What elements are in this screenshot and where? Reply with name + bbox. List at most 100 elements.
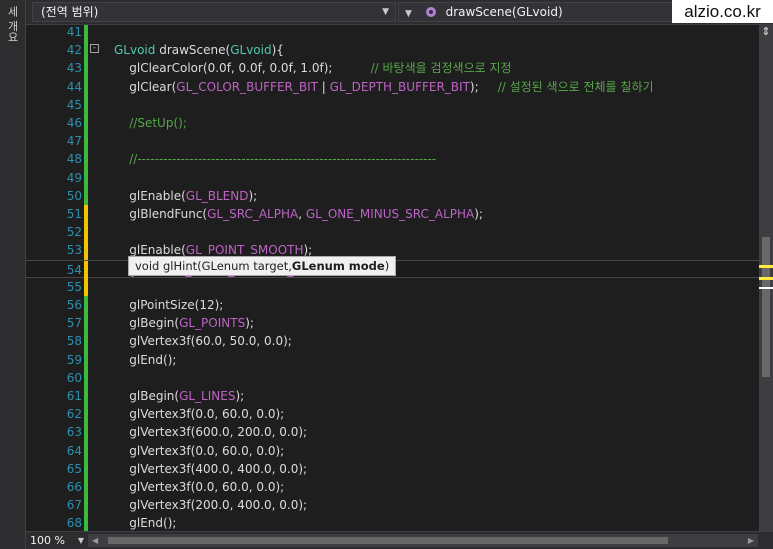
change-indicator xyxy=(84,277,88,296)
scope-dropdown[interactable]: (전역 범위) ▼ xyxy=(32,2,396,22)
line-number: 57 xyxy=(66,316,82,331)
code-line[interactable]: 60 xyxy=(26,368,759,387)
code-token: ); xyxy=(469,79,498,94)
side-panel-strip[interactable]: 세 개요 xyxy=(0,0,26,549)
code-line[interactable]: 49 xyxy=(26,168,759,187)
code-line[interactable]: 48 //-----------------------------------… xyxy=(26,150,759,169)
code-token: // 설정된 색으로 전체를 칠하기 xyxy=(497,79,654,94)
code-token: GL_ONE_MINUS_SRC_ALPHA xyxy=(305,207,475,221)
code-line[interactable]: 63 glVertex3f(600.0, 200.0, 0.0); xyxy=(26,423,759,442)
code-token: GL_DEPTH_BUFFER_BIT xyxy=(329,79,470,94)
code-text[interactable]: glVertex3f(200.0, 400.0, 0.0); xyxy=(114,496,307,514)
change-indicator xyxy=(84,441,88,460)
code-line[interactable]: 52 xyxy=(26,223,759,242)
side-panel-label[interactable]: 세 개요 xyxy=(4,6,20,43)
code-text[interactable]: glVertex3f(0.0, 60.0, 0.0); xyxy=(114,405,284,423)
member-dropdown[interactable]: ▼ drawScene(GLvoid) xyxy=(398,2,698,22)
horizontal-scrollbar[interactable]: ◀ ▶ xyxy=(88,534,758,547)
code-text[interactable]: glVertex3f(600.0, 200.0, 0.0); xyxy=(114,423,307,441)
change-indicator xyxy=(84,59,88,78)
code-line[interactable]: 51 glBlendFunc(GL_SRC_ALPHA, GL_ONE_MINU… xyxy=(26,205,759,224)
code-line[interactable]: 62 glVertex3f(0.0, 60.0, 0.0); xyxy=(26,405,759,424)
code-text[interactable]: glEnd(); xyxy=(114,351,176,369)
code-editor[interactable]: 41 42- GLvoid drawScene(GLvoid){43 glClear… xyxy=(26,25,759,531)
code-line[interactable]: 47 xyxy=(26,132,759,151)
line-number: 50 xyxy=(66,188,82,203)
change-indicator xyxy=(84,459,88,478)
code-line[interactable]: 46 //SetUp(); xyxy=(26,114,759,133)
split-window-icon[interactable]: ⇕ xyxy=(759,25,773,39)
code-line[interactable]: 65 glVertex3f(400.0, 400.0, 0.0); xyxy=(26,459,759,478)
collapse-toggle-icon[interactable]: - xyxy=(90,44,99,54)
code-line[interactable]: 50 glEnable(GL_BLEND); xyxy=(26,186,759,205)
zoom-dropdown[interactable]: 100 % ▼ xyxy=(30,533,86,548)
code-token: glVertex3f(600.0, 200.0, 0.0); xyxy=(114,425,308,440)
code-line[interactable]: 42- GLvoid drawScene(GLvoid){ xyxy=(26,41,759,60)
line-number: 42 xyxy=(66,43,82,58)
code-text[interactable]: GLvoid drawScene(GLvoid){ xyxy=(114,41,284,59)
parameter-info-tooltip: void glHint(GLenum target,GLenum mode) xyxy=(128,256,397,276)
code-text[interactable]: glBlendFunc(GL_SRC_ALPHA, GL_ONE_MINUS_S… xyxy=(114,205,483,223)
code-text[interactable]: glVertex3f(400.0, 400.0, 0.0); xyxy=(114,460,307,478)
line-number: 60 xyxy=(66,370,82,385)
code-token: glVertex3f(60.0, 50.0, 0.0); xyxy=(114,334,292,349)
change-indicator xyxy=(84,205,88,224)
code-text[interactable]: glEnd(); xyxy=(114,514,176,531)
code-text[interactable]: glVertex3f(0.0, 60.0, 0.0); xyxy=(114,442,284,460)
change-indicator xyxy=(84,368,88,387)
change-indicator xyxy=(84,387,88,406)
code-token: ){ xyxy=(271,43,284,58)
code-line[interactable]: 66 glVertex3f(0.0, 60.0, 0.0); xyxy=(26,478,759,497)
code-text[interactable]: //--------------------------------------… xyxy=(114,150,436,168)
code-text[interactable]: glClear(GL_COLOR_BUFFER_BIT | GL_DEPTH_B… xyxy=(114,78,654,96)
code-line[interactable]: 41 xyxy=(26,25,759,42)
code-text[interactable]: //SetUp(); xyxy=(114,114,187,132)
code-line[interactable]: 61 glBegin(GL_LINES); xyxy=(26,387,759,406)
code-line[interactable]: 44 glClear(GL_COLOR_BUFFER_BIT | GL_DEPT… xyxy=(26,77,759,96)
change-indicator xyxy=(84,423,88,442)
scroll-right-icon[interactable]: ▶ xyxy=(748,534,754,547)
code-line[interactable]: 67 glVertex3f(200.0, 400.0, 0.0); xyxy=(26,496,759,515)
line-number: 55 xyxy=(66,279,82,294)
change-indicator xyxy=(84,41,88,60)
code-text[interactable]: glEnable(GL_BLEND); xyxy=(114,187,257,205)
code-line[interactable]: 56 glPointSize(12); xyxy=(26,296,759,315)
code-token: , xyxy=(298,207,306,221)
tooltip-close: ) xyxy=(384,259,390,273)
change-marker xyxy=(759,265,773,268)
code-text[interactable]: glBegin(GL_LINES); xyxy=(114,387,244,405)
code-text[interactable]: glVertex3f(0.0, 60.0, 0.0); xyxy=(114,478,284,496)
code-token: glPointSize(12); xyxy=(114,298,224,312)
code-line[interactable]: 55 xyxy=(26,277,759,296)
scroll-left-icon[interactable]: ◀ xyxy=(92,534,98,547)
code-token: GL_COLOR_BUFFER_BIT xyxy=(176,79,318,94)
code-token: GLvoid xyxy=(230,43,272,58)
code-text[interactable]: glVertex3f(60.0, 50.0, 0.0); xyxy=(114,332,292,350)
code-text[interactable]: glPointSize(12); xyxy=(114,296,223,314)
scope-dropdown-value: (전역 범위) xyxy=(41,5,99,19)
line-number: 67 xyxy=(66,498,82,513)
caret-position-marker xyxy=(759,287,773,289)
code-line[interactable]: 57 glBegin(GL_POINTS); xyxy=(26,314,759,333)
code-token: ); xyxy=(248,188,258,203)
code-line[interactable]: 59 glEnd(); xyxy=(26,350,759,369)
line-number: 63 xyxy=(66,425,82,440)
code-text[interactable]: glClearColor(0.0f, 0.0f, 0.0f, 1.0f); //… xyxy=(114,59,511,77)
tooltip-signature: void glHint(GLenum target, xyxy=(135,259,292,273)
code-line[interactable]: 43 glClearColor(0.0f, 0.0f, 0.0f, 1.0f);… xyxy=(26,59,759,78)
code-line[interactable]: 64 glVertex3f(0.0, 60.0, 0.0); xyxy=(26,441,759,460)
line-number: 54 xyxy=(66,262,82,277)
code-line[interactable]: 45 xyxy=(26,95,759,114)
line-number: 68 xyxy=(66,516,82,531)
code-token: glVertex3f(0.0, 60.0, 0.0); xyxy=(114,480,285,494)
line-number: 46 xyxy=(66,116,82,130)
vertical-scrollbar[interactable] xyxy=(759,25,773,531)
code-text[interactable]: glBegin(GL_POINTS); xyxy=(114,314,254,332)
code-line[interactable]: 68 glEnd(); xyxy=(26,514,759,531)
code-token: glBegin( xyxy=(114,389,180,403)
horizontal-scroll-thumb[interactable] xyxy=(108,537,668,544)
vertical-scroll-thumb[interactable] xyxy=(762,237,770,377)
code-line[interactable]: 58 glVertex3f(60.0, 50.0, 0.0); xyxy=(26,332,759,351)
method-icon xyxy=(425,7,436,17)
code-token: GL_LINES xyxy=(179,389,236,403)
